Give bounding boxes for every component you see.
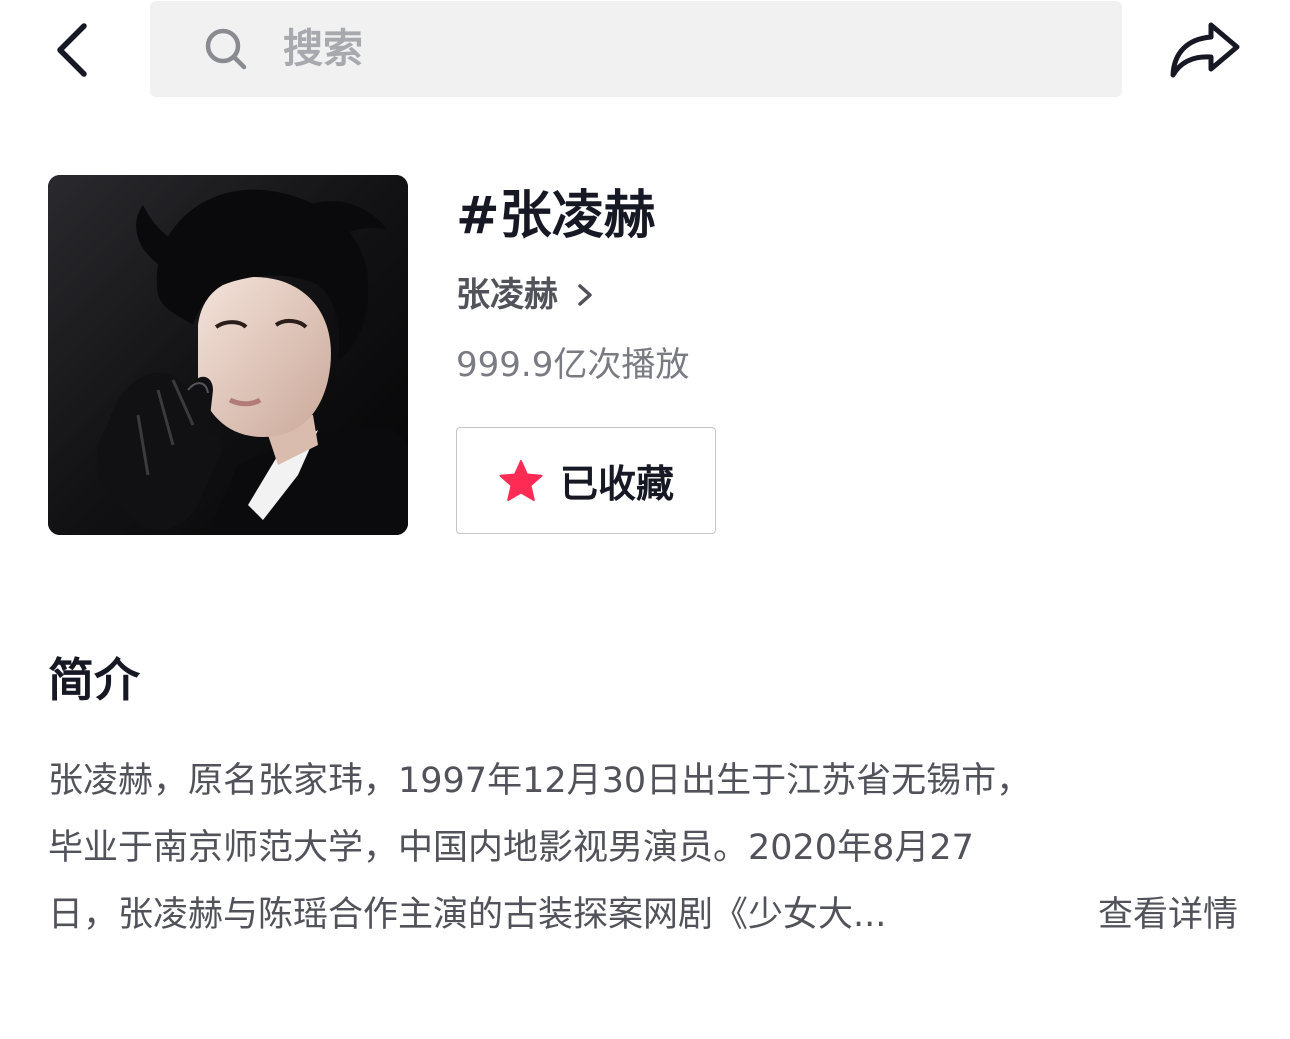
search-icon: [205, 28, 247, 70]
view-details-link[interactable]: 查看详情: [1098, 886, 1238, 944]
chevron-left-icon: [57, 23, 87, 77]
author-link[interactable]: 张凌赫: [456, 272, 598, 318]
author-name: 张凌赫: [456, 275, 558, 315]
share-icon: [1170, 22, 1240, 78]
intro-line: 毕业于南京师范大学，中国内地影视男演员。2020年8月27: [48, 828, 974, 868]
intro-line: 日，张凌赫与陈瑶合作主演的古装探案网剧《少女大...: [48, 895, 887, 935]
play-count: 999.9亿次播放: [456, 345, 690, 385]
share-button[interactable]: [1160, 12, 1250, 88]
back-button[interactable]: [40, 14, 104, 86]
star-icon: [499, 459, 543, 501]
chevron-right-icon: [578, 284, 592, 306]
topic-cover-image: [48, 175, 408, 535]
intro-line: 张凌赫，原名张家玮，1997年12月30日出生于江苏省无锡市，: [48, 761, 1032, 801]
topic-title: #张凌赫: [456, 186, 656, 246]
intro-heading: 简介: [48, 653, 140, 707]
favorite-button[interactable]: 已收藏: [456, 427, 716, 534]
search-input[interactable]: 搜索: [150, 1, 1122, 97]
favorite-label: 已收藏: [559, 462, 674, 506]
intro-text: 张凌赫，原名张家玮，1997年12月30日出生于江苏省无锡市， 毕业于南京师范大…: [48, 752, 1248, 953]
search-placeholder: 搜索: [283, 26, 363, 72]
